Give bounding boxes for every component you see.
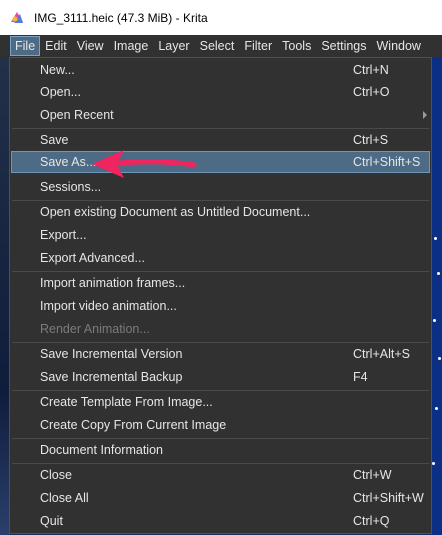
annotation-arrow-icon (92, 150, 197, 178)
file-menu-dropdown: New... Ctrl+N Open... Ctrl+O Open Recent… (9, 57, 432, 534)
menu-item-label: Close (40, 468, 72, 482)
menu-item-label: Export... (40, 228, 87, 242)
menu-item-document-information[interactable]: Document Information (11, 439, 430, 461)
menu-select[interactable]: Select (195, 36, 240, 56)
menu-item-label: Create Template From Image... (40, 395, 213, 409)
menu-item-import-video-animation[interactable]: Import video animation... (11, 295, 430, 317)
menu-item-label: Save (40, 133, 69, 147)
menu-item-shortcut: Ctrl+W (353, 468, 392, 482)
menu-item-create-copy[interactable]: Create Copy From Current Image (11, 414, 430, 436)
window-title: IMG_3111.heic (47.3 MiB) - Krita (34, 10, 208, 25)
menu-item-open[interactable]: Open... Ctrl+O (11, 81, 430, 103)
menu-item-open-existing-untitled[interactable]: Open existing Document as Untitled Docum… (11, 201, 430, 223)
menu-item-label: New... (40, 63, 75, 77)
menu-item-label: Save As... (40, 155, 97, 169)
chevron-right-icon (423, 111, 427, 119)
menu-layer[interactable]: Layer (153, 36, 194, 56)
menu-item-import-animation-frames[interactable]: Import animation frames... (11, 272, 430, 294)
menu-item-label: Create Copy From Current Image (40, 418, 227, 432)
menu-tools[interactable]: Tools (277, 36, 316, 56)
menu-item-save-incremental-version[interactable]: Save Incremental Version Ctrl+Alt+S (11, 343, 430, 365)
menu-item-open-recent[interactable]: Open Recent (11, 104, 430, 126)
menu-item-label: Save Incremental Backup (40, 370, 183, 384)
menu-item-shortcut: Ctrl+Alt+S (353, 347, 410, 361)
menu-item-create-template[interactable]: Create Template From Image... (11, 391, 430, 413)
menu-item-label: Save Incremental Version (40, 347, 183, 361)
menu-item-label: Export Advanced... (40, 251, 145, 265)
menu-item-sessions[interactable]: Sessions... (11, 176, 430, 198)
menu-bar: File Edit View Image Layer Select Filter… (0, 35, 442, 57)
menu-file[interactable]: File (10, 36, 41, 56)
menu-view[interactable]: View (72, 36, 109, 56)
menu-item-export[interactable]: Export... (11, 224, 430, 246)
menu-item-shortcut: Ctrl+Shift+S (353, 155, 421, 169)
menu-item-label: Open existing Document as Untitled Docum… (40, 205, 311, 219)
menu-item-label: Open... (40, 85, 81, 99)
menu-item-shortcut: Ctrl+O (353, 85, 390, 99)
menu-item-label: Close All (40, 491, 89, 505)
menu-item-label: Import video animation... (40, 299, 177, 313)
menu-item-label: Import animation frames... (40, 276, 186, 290)
menu-settings[interactable]: Settings (316, 36, 371, 56)
title-bar: IMG_3111.heic (47.3 MiB) - Krita (0, 0, 442, 35)
menu-item-shortcut: Ctrl+Shift+W (353, 491, 424, 505)
menu-item-save-incremental-backup[interactable]: Save Incremental Backup F4 (11, 366, 430, 388)
menu-item-save[interactable]: Save Ctrl+S (11, 129, 430, 151)
menu-item-close-all[interactable]: Close All Ctrl+Shift+W (11, 487, 430, 509)
menu-item-label: Document Information (40, 443, 163, 457)
menu-item-render-animation: Render Animation... (11, 318, 430, 340)
menu-item-label: Quit (40, 514, 63, 528)
menu-window[interactable]: Window (372, 36, 426, 56)
menu-image[interactable]: Image (109, 36, 154, 56)
menu-item-save-as[interactable]: Save As... Ctrl+Shift+S (11, 151, 430, 173)
menu-item-shortcut: F4 (353, 370, 368, 384)
menu-item-shortcut: Ctrl+N (353, 63, 389, 77)
menu-filter[interactable]: Filter (239, 36, 277, 56)
menu-item-label: Render Animation... (40, 322, 150, 336)
menu-item-shortcut: Ctrl+S (353, 133, 389, 147)
menu-edit[interactable]: Edit (40, 36, 72, 56)
menu-item-close[interactable]: Close Ctrl+W (11, 464, 430, 486)
menu-item-export-advanced[interactable]: Export Advanced... (11, 247, 430, 269)
menu-item-label: Open Recent (40, 108, 114, 122)
menu-item-new[interactable]: New... Ctrl+N (11, 59, 430, 81)
menu-item-shortcut: Ctrl+Q (353, 514, 390, 528)
krita-icon (11, 11, 23, 23)
menu-item-quit[interactable]: Quit Ctrl+Q (11, 510, 430, 532)
